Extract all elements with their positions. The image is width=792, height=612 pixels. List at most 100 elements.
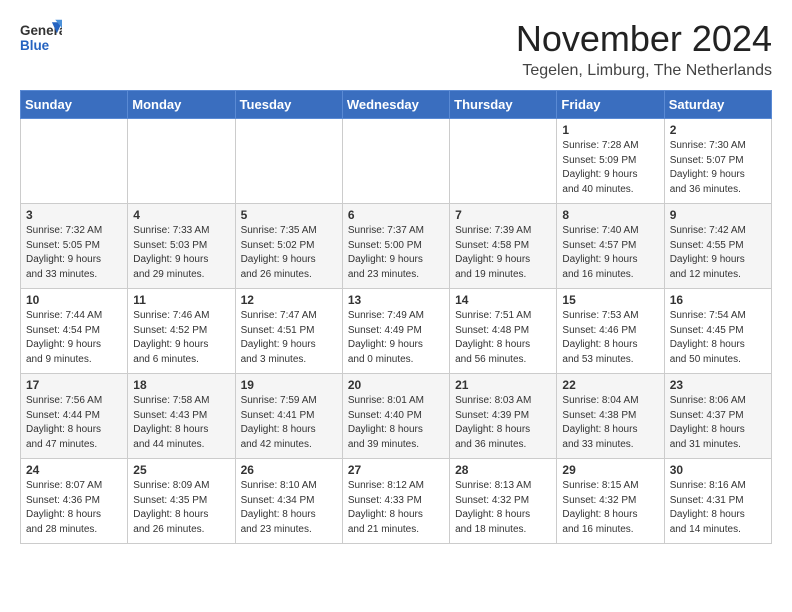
calendar-table: Sunday Monday Tuesday Wednesday Thursday… xyxy=(20,90,772,544)
day-number: 29 xyxy=(562,463,658,477)
calendar-cell: 7Sunrise: 7:39 AM Sunset: 4:58 PM Daylig… xyxy=(450,204,557,289)
calendar-cell: 30Sunrise: 8:16 AM Sunset: 4:31 PM Dayli… xyxy=(664,459,771,544)
day-number: 17 xyxy=(26,378,122,392)
calendar-cell: 10 Sunrise: 7:44 AM Sunset: 4:54 PM Dayli… xyxy=(21,289,128,374)
day-info: Sunrise: 8:07 AM Sunset: 4:36 PM Dayligh… xyxy=(26,479,122,537)
day-info: Sunrise: 7:39 AM Sunset: 4:58 PM Dayligh… xyxy=(455,224,551,282)
day-info: Sunrise: 7:44 AM Sunset: 4:54 PM Dayligh… xyxy=(26,309,122,367)
day-number: 8 xyxy=(562,208,658,222)
day-number: 3 xyxy=(26,208,122,222)
calendar-cell: 16 Sunrise: 7:54 AM Sunset: 4:45 PM Dayli… xyxy=(664,289,771,374)
day-info: Sunrise: 8:09 AM Sunset: 4:35 PM Dayligh… xyxy=(133,479,229,537)
day-number: 23 xyxy=(670,378,766,392)
day-number: 15 xyxy=(562,293,658,307)
calendar-cell: 12 Sunrise: 7:47 AM Sunset: 4:51 PM Dayli… xyxy=(235,289,342,374)
day-info: Sunrise: 7:33 AM Sunset: 5:03 PM Dayligh… xyxy=(133,224,229,282)
calendar-cell xyxy=(128,119,235,204)
day-info: Sunrise: 7:47 AM Sunset: 4:51 PM Dayligh… xyxy=(241,309,337,367)
day-info: Sunrise: 8:15 AM Sunset: 4:32 PM Dayligh… xyxy=(562,479,658,537)
day-number: 28 xyxy=(455,463,551,477)
calendar-cell: 26 Sunrise: 8:10 AM Sunset: 4:34 PM Dayli… xyxy=(235,459,342,544)
day-info: Sunrise: 7:49 AM Sunset: 4:49 PM Dayligh… xyxy=(348,309,444,367)
day-number: 12 xyxy=(241,293,337,307)
day-info: Sunrise: 7:42 AM Sunset: 4:55 PM Dayligh… xyxy=(670,224,766,282)
day-number: 19 xyxy=(241,378,337,392)
calendar-cell xyxy=(450,119,557,204)
week-row-5: 24Sunrise: 8:07 AM Sunset: 4:36 PM Dayli… xyxy=(21,459,772,544)
day-info: Sunrise: 8:03 AM Sunset: 4:39 PM Dayligh… xyxy=(455,394,551,452)
day-number: 10 xyxy=(26,293,122,307)
day-number: 5 xyxy=(241,208,337,222)
col-monday: Monday xyxy=(128,91,235,119)
calendar-cell xyxy=(342,119,449,204)
calendar-cell: 20 Sunrise: 8:01 AM Sunset: 4:40 PM Dayli… xyxy=(342,374,449,459)
logo-icon: General Blue xyxy=(20,18,62,56)
col-tuesday: Tuesday xyxy=(235,91,342,119)
day-number: 13 xyxy=(348,293,444,307)
day-info: Sunrise: 7:28 AM Sunset: 5:09 PM Dayligh… xyxy=(562,139,658,197)
day-info: Sunrise: 8:13 AM Sunset: 4:32 PM Dayligh… xyxy=(455,479,551,537)
calendar-cell: 11Sunrise: 7:46 AM Sunset: 4:52 PM Dayli… xyxy=(128,289,235,374)
calendar-cell: 13 Sunrise: 7:49 AM Sunset: 4:49 PM Dayli… xyxy=(342,289,449,374)
calendar-cell: 8 Sunrise: 7:40 AM Sunset: 4:57 PM Daylig… xyxy=(557,204,664,289)
calendar-cell: 6Sunrise: 7:37 AM Sunset: 5:00 PM Daylig… xyxy=(342,204,449,289)
calendar-cell: 25 Sunrise: 8:09 AM Sunset: 4:35 PM Dayli… xyxy=(128,459,235,544)
day-number: 4 xyxy=(133,208,229,222)
location: Tegelen, Limburg, The Netherlands xyxy=(516,62,772,80)
week-row-3: 10 Sunrise: 7:44 AM Sunset: 4:54 PM Dayli… xyxy=(21,289,772,374)
calendar-cell: 23 Sunrise: 8:06 AM Sunset: 4:37 PM Dayli… xyxy=(664,374,771,459)
day-info: Sunrise: 7:59 AM Sunset: 4:41 PM Dayligh… xyxy=(241,394,337,452)
week-row-2: 3 Sunrise: 7:32 AM Sunset: 5:05 PM Daylig… xyxy=(21,204,772,289)
page-container: General Blue November 2024 Tegelen, Limb… xyxy=(0,0,792,554)
calendar-cell: 3 Sunrise: 7:32 AM Sunset: 5:05 PM Daylig… xyxy=(21,204,128,289)
calendar-cell: 1 Sunrise: 7:28 AM Sunset: 5:09 PM Daylig… xyxy=(557,119,664,204)
day-number: 20 xyxy=(348,378,444,392)
day-info: Sunrise: 8:12 AM Sunset: 4:33 PM Dayligh… xyxy=(348,479,444,537)
col-thursday: Thursday xyxy=(450,91,557,119)
calendar-cell: 9 Sunrise: 7:42 AM Sunset: 4:55 PM Daylig… xyxy=(664,204,771,289)
week-row-4: 17 Sunrise: 7:56 AM Sunset: 4:44 PM Dayli… xyxy=(21,374,772,459)
calendar-cell: 17 Sunrise: 7:56 AM Sunset: 4:44 PM Dayli… xyxy=(21,374,128,459)
day-number: 6 xyxy=(348,208,444,222)
calendar-cell: 27 Sunrise: 8:12 AM Sunset: 4:33 PM Dayli… xyxy=(342,459,449,544)
day-number: 22 xyxy=(562,378,658,392)
calendar-cell xyxy=(235,119,342,204)
calendar-wrapper: Sunday Monday Tuesday Wednesday Thursday… xyxy=(0,90,792,554)
day-number: 9 xyxy=(670,208,766,222)
day-number: 1 xyxy=(562,123,658,137)
calendar-cell: 2 Sunrise: 7:30 AM Sunset: 5:07 PM Daylig… xyxy=(664,119,771,204)
day-number: 25 xyxy=(133,463,229,477)
day-info: Sunrise: 8:10 AM Sunset: 4:34 PM Dayligh… xyxy=(241,479,337,537)
calendar-header-row: Sunday Monday Tuesday Wednesday Thursday… xyxy=(21,91,772,119)
day-number: 18 xyxy=(133,378,229,392)
day-number: 2 xyxy=(670,123,766,137)
day-info: Sunrise: 7:54 AM Sunset: 4:45 PM Dayligh… xyxy=(670,309,766,367)
calendar-cell: 24Sunrise: 8:07 AM Sunset: 4:36 PM Dayli… xyxy=(21,459,128,544)
calendar-cell: 14Sunrise: 7:51 AM Sunset: 4:48 PM Dayli… xyxy=(450,289,557,374)
col-sunday: Sunday xyxy=(21,91,128,119)
day-number: 26 xyxy=(241,463,337,477)
day-info: Sunrise: 7:40 AM Sunset: 4:57 PM Dayligh… xyxy=(562,224,658,282)
day-info: Sunrise: 7:58 AM Sunset: 4:43 PM Dayligh… xyxy=(133,394,229,452)
calendar-cell: 22 Sunrise: 8:04 AM Sunset: 4:38 PM Dayli… xyxy=(557,374,664,459)
logo: General Blue xyxy=(20,18,64,56)
calendar-cell: 21Sunrise: 8:03 AM Sunset: 4:39 PM Dayli… xyxy=(450,374,557,459)
day-info: Sunrise: 8:04 AM Sunset: 4:38 PM Dayligh… xyxy=(562,394,658,452)
day-number: 11 xyxy=(133,293,229,307)
calendar-cell: 4 Sunrise: 7:33 AM Sunset: 5:03 PM Daylig… xyxy=(128,204,235,289)
col-wednesday: Wednesday xyxy=(342,91,449,119)
day-info: Sunrise: 7:56 AM Sunset: 4:44 PM Dayligh… xyxy=(26,394,122,452)
col-saturday: Saturday xyxy=(664,91,771,119)
day-number: 27 xyxy=(348,463,444,477)
day-info: Sunrise: 7:32 AM Sunset: 5:05 PM Dayligh… xyxy=(26,224,122,282)
calendar-cell: 5Sunrise: 7:35 AM Sunset: 5:02 PM Daylig… xyxy=(235,204,342,289)
month-title: November 2024 xyxy=(516,18,772,60)
day-number: 16 xyxy=(670,293,766,307)
week-row-1: 1 Sunrise: 7:28 AM Sunset: 5:09 PM Daylig… xyxy=(21,119,772,204)
day-info: Sunrise: 7:30 AM Sunset: 5:07 PM Dayligh… xyxy=(670,139,766,197)
calendar-cell xyxy=(21,119,128,204)
day-info: Sunrise: 8:06 AM Sunset: 4:37 PM Dayligh… xyxy=(670,394,766,452)
calendar-cell: 18 Sunrise: 7:58 AM Sunset: 4:43 PM Dayli… xyxy=(128,374,235,459)
day-info: Sunrise: 8:01 AM Sunset: 4:40 PM Dayligh… xyxy=(348,394,444,452)
day-number: 14 xyxy=(455,293,551,307)
